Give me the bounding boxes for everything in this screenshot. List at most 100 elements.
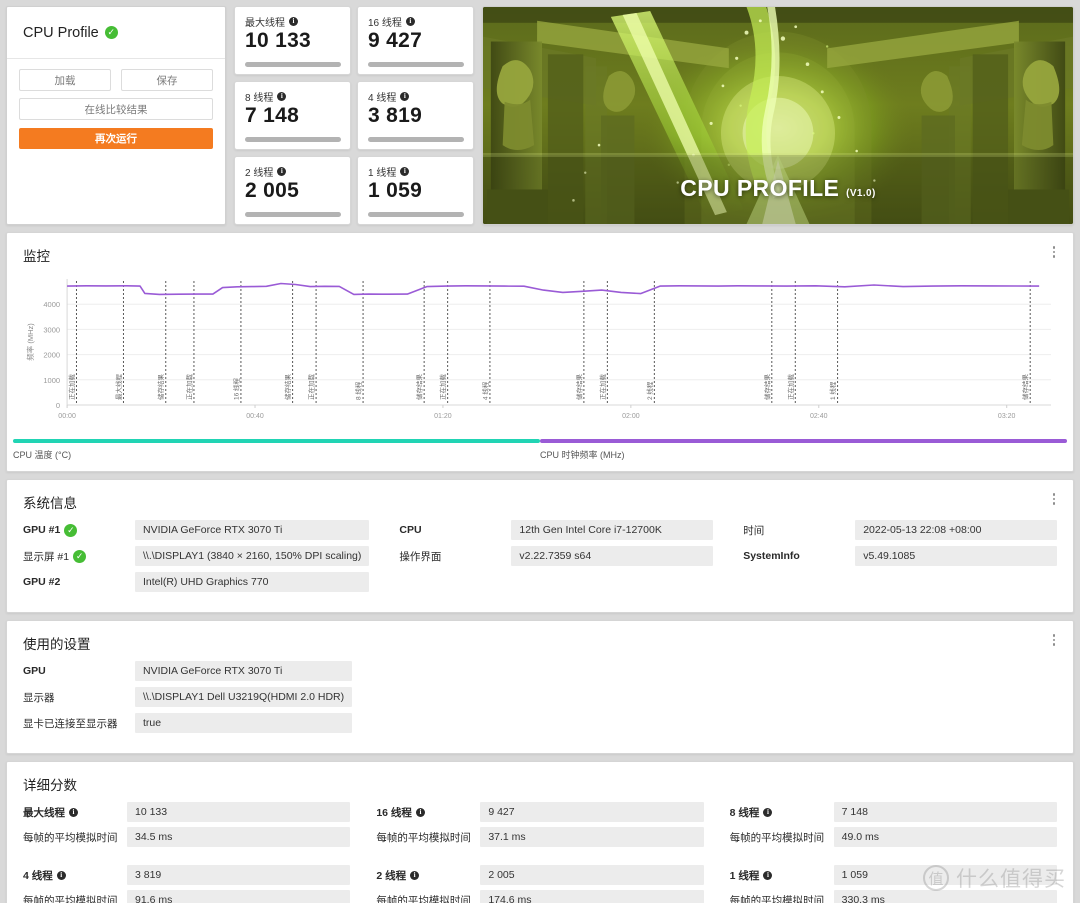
detail-score-row: 8 线程 i 7 148 (730, 802, 1057, 822)
kebab-menu-icon[interactable] (1047, 244, 1061, 260)
svg-text:储存结果: 储存结果 (1021, 374, 1030, 400)
score-card-label: 8 线程 (245, 93, 274, 104)
info-icon[interactable]: i (763, 807, 773, 817)
info-icon[interactable]: i (69, 807, 78, 817)
chart-legend: CPU 温度 (°C) CPU 时钟频率 (MHz) (7, 439, 1073, 471)
info-row: 显示屏 #1 ✓ \\.\DISPLAY1 (3840 × 2160, 150%… (23, 546, 370, 566)
detail-block: 16 线程 i 9 427 每帧的平均模拟时间 37.1 ms (376, 802, 704, 852)
info-icon[interactable]: i (400, 167, 410, 176)
score-card[interactable]: 最大线程 i 10 133 (234, 6, 351, 75)
hero-title: CPU PROFILE (680, 175, 840, 201)
svg-text:正在加载: 正在加载 (786, 374, 795, 400)
button-row: 加载 保存 (19, 69, 213, 91)
info-row: 操作界面 v2.22.7359 s64 (399, 546, 714, 566)
detail-key: 每帧的平均模拟时间 (376, 830, 480, 845)
svg-text:2000: 2000 (43, 351, 60, 360)
detail-key-text: 16 线程 (376, 806, 412, 819)
score-card[interactable]: 8 线程 i 7 148 (234, 81, 351, 150)
kebab-menu-icon[interactable] (1047, 491, 1061, 507)
run-again-button[interactable]: 再次运行 (19, 128, 213, 149)
svg-text:16 线程: 16 线程 (231, 377, 240, 400)
info-icon[interactable]: i (415, 807, 425, 817)
panel-title-bar: CPU Profile ✓ (7, 7, 225, 59)
info-value: NVIDIA GeForce RTX 3070 Ti (135, 661, 353, 681)
score-card[interactable]: 1 线程 i 1 059 (357, 156, 474, 225)
detail-key-text: 每帧的平均模拟时间 (729, 831, 825, 844)
svg-text:4 线程: 4 线程 (480, 381, 489, 400)
info-icon[interactable]: i (56, 870, 66, 880)
info-row: GPU NVIDIA GeForce RTX 3070 Ti (23, 661, 353, 681)
detail-score-value: 3 819 (127, 865, 351, 885)
info-key-text: GPU #2 (23, 576, 61, 588)
score-card-bar (245, 212, 341, 217)
info-row: 时间 2022-05-13 22:08 +08:00 (743, 520, 1058, 540)
info-key-text: 显示器 (23, 691, 55, 704)
info-row: GPU #1 ✓ NVIDIA GeForce RTX 3070 Ti (23, 520, 370, 540)
info-value: \\.\DISPLAY1 (3840 × 2160, 150% DPI scal… (135, 546, 370, 566)
info-icon[interactable]: i (277, 167, 287, 176)
detail-key: 每帧的平均模拟时间 (23, 830, 127, 845)
score-card-bar (368, 62, 464, 67)
app-title: CPU Profile (23, 24, 99, 41)
detailed-scores-card: 详细分数 最大线程 i 10 133 每帧的平均模拟时间 34.5 ms 16 … (6, 761, 1074, 903)
score-card-label-row: 8 线程 i (245, 89, 341, 104)
info-key-text: SystemInfo (743, 550, 800, 562)
legend-color-bar (13, 439, 540, 443)
detail-key: 8 线程 i (730, 805, 834, 820)
info-icon[interactable]: i (763, 870, 773, 880)
info-key: 显卡已连接至显示器 (23, 716, 135, 731)
info-icon[interactable]: i (289, 17, 298, 26)
detail-frametime-value: 330.3 ms (833, 890, 1057, 903)
detail-score-value: 9 427 (480, 802, 704, 822)
svg-text:3000: 3000 (43, 325, 60, 334)
detail-score-row: 4 线程 i 3 819 (23, 865, 351, 885)
kebab-menu-icon[interactable] (1047, 632, 1061, 648)
svg-text:0: 0 (56, 401, 60, 410)
load-button[interactable]: 加载 (19, 69, 111, 91)
score-card[interactable]: 4 线程 i 3 819 (357, 81, 474, 150)
info-value: v5.49.1085 (855, 546, 1058, 566)
detail-key: 每帧的平均模拟时间 (730, 893, 834, 903)
monitor-chart: 0 1000 2000 3000 4000 频率 (MHz) 00:00 00:40 01:20… (7, 273, 1073, 439)
compare-online-button[interactable]: 在线比较结果 (19, 98, 213, 120)
svg-text:储存结果: 储存结果 (156, 374, 165, 400)
score-card[interactable]: 2 线程 i 2 005 (234, 156, 351, 225)
detail-frametime-row: 每帧的平均模拟时间 91.6 ms (23, 890, 351, 903)
detail-key-text: 1 线程 (729, 869, 760, 882)
detail-block: 2 线程 i 2 005 每帧的平均模拟时间 174.6 ms (376, 865, 704, 903)
info-icon[interactable]: i (405, 17, 415, 26)
svg-text:频率 (MHz): 频率 (MHz) (25, 323, 35, 361)
info-key-text: 时间 (743, 524, 765, 537)
svg-text:00:00: 00:00 (58, 413, 76, 420)
detail-key: 每帧的平均模拟时间 (376, 893, 480, 903)
score-card-label-row: 4 线程 i (368, 89, 464, 104)
detail-score-row: 16 线程 i 9 427 (376, 802, 704, 822)
score-card-label: 4 线程 (368, 93, 397, 104)
detail-frametime-value: 37.1 ms (480, 827, 704, 847)
svg-text:4000: 4000 (43, 300, 60, 309)
detailed-scores-grid: 最大线程 i 10 133 每帧的平均模拟时间 34.5 ms 16 线程 i … (7, 802, 1073, 903)
info-icon[interactable]: i (277, 92, 287, 101)
score-card-bar (245, 62, 341, 67)
info-icon[interactable]: i (410, 870, 420, 880)
detail-frametime-value: 91.6 ms (127, 890, 351, 903)
info-key: SystemInfo (743, 550, 855, 562)
score-card-value: 2 005 (245, 179, 300, 202)
detail-key-text: 每帧的平均模拟时间 (729, 894, 825, 903)
frequency-chart-svg: 0 1000 2000 3000 4000 频率 (MHz) 00:00 00:40 01:20… (25, 279, 1051, 420)
detail-frametime-value: 49.0 ms (833, 827, 1057, 847)
detail-key: 每帧的平均模拟时间 (730, 830, 834, 845)
detail-frametime-row: 每帧的平均模拟时间 34.5 ms (23, 827, 351, 847)
info-icon[interactable]: i (400, 92, 410, 101)
svg-text:02:00: 02:00 (622, 413, 640, 420)
panel-buttons: 加载 保存 在线比较结果 再次运行 (7, 59, 225, 149)
info-value: true (135, 713, 353, 733)
info-row: GPU #2 Intel(R) UHD Graphics 770 (23, 572, 370, 592)
detail-key: 2 线程 i (376, 868, 480, 883)
score-card[interactable]: 16 线程 i 9 427 (357, 6, 474, 75)
save-button[interactable]: 保存 (121, 69, 213, 91)
score-card-value: 9 427 (368, 29, 423, 52)
detail-key: 1 线程 i (730, 868, 834, 883)
detail-key-text: 8 线程 (729, 806, 760, 819)
detail-key-text: 每帧的平均模拟时间 (23, 894, 118, 903)
